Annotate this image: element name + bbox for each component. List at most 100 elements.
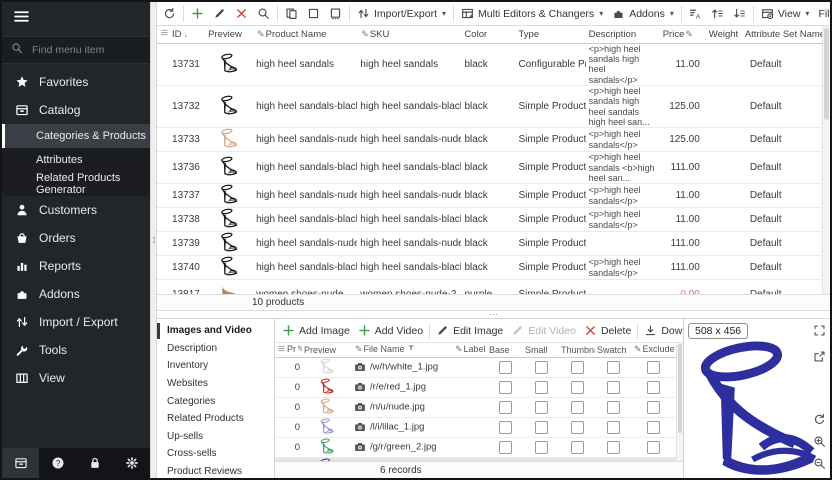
image-row[interactable]: 0/l/i/lilac_1.jpg bbox=[275, 417, 676, 437]
view-button[interactable]: View▾ bbox=[757, 3, 814, 24]
product-row[interactable]: 13736high heel sandals-black-36high heel… bbox=[157, 152, 822, 184]
base-checkbox[interactable] bbox=[499, 421, 512, 434]
addons-button[interactable]: Addons▾ bbox=[608, 3, 678, 24]
column-header-swatch[interactable]: Swatch bbox=[595, 343, 631, 357]
column-header-rowmark[interactable] bbox=[275, 343, 285, 357]
import-export-button[interactable]: Import/Export▾ bbox=[353, 3, 450, 24]
images-grid-scrollbar[interactable] bbox=[676, 343, 683, 461]
column-header-exclude[interactable]: ✎Exclude bbox=[631, 343, 676, 357]
download-image-button[interactable]: Download Image bbox=[640, 320, 683, 341]
select-button[interactable] bbox=[303, 3, 324, 24]
product-row[interactable]: 13738high heel sandals-black-37high heel… bbox=[157, 208, 822, 232]
rotate-icon[interactable] bbox=[813, 413, 826, 431]
settings-button[interactable] bbox=[113, 448, 150, 478]
menu-toggle-button[interactable] bbox=[2, 2, 150, 36]
sort-az-button[interactable]: A bbox=[685, 3, 706, 24]
swatch-checkbox[interactable] bbox=[607, 441, 620, 454]
tab-description[interactable]: Description bbox=[157, 340, 274, 358]
exclude-checkbox[interactable] bbox=[647, 361, 660, 374]
thumbnail-checkbox[interactable] bbox=[571, 361, 584, 374]
sidebar-item-attributes[interactable]: Attributes bbox=[2, 148, 150, 172]
product-row[interactable]: 13737high heel sandals-nude-36high heel … bbox=[157, 184, 822, 208]
swatch-checkbox[interactable] bbox=[607, 421, 620, 434]
small-checkbox[interactable] bbox=[535, 361, 548, 374]
sidebar-item-reports[interactable]: Reports bbox=[2, 252, 150, 280]
add-image-button[interactable]: Add Image bbox=[278, 320, 354, 341]
image-row[interactable]: 0/r/e/red_1.jpg bbox=[275, 377, 676, 397]
product-row[interactable]: 13733high heel sandals-nudehigh heel san… bbox=[157, 128, 822, 152]
tab-up-sells[interactable]: Up-sells bbox=[157, 428, 274, 446]
swatch-checkbox[interactable] bbox=[607, 361, 620, 374]
sidebar-item-categories-products[interactable]: Categories & Products bbox=[2, 124, 150, 148]
column-header-thumbna[interactable]: Thumbna bbox=[559, 343, 595, 357]
preview-search-button[interactable] bbox=[253, 3, 274, 24]
exclude-checkbox[interactable] bbox=[647, 401, 660, 414]
menu-search-input[interactable] bbox=[30, 43, 130, 57]
tab-images-and-video[interactable]: Images and Video bbox=[157, 322, 274, 340]
product-row[interactable]: 13817women shoes-nudewomen shoes-nude-2p… bbox=[157, 280, 822, 294]
tab-inventory[interactable]: Inventory bbox=[157, 357, 274, 375]
column-header-file-name[interactable]: ✎File Name bbox=[352, 343, 452, 357]
scrollbar-thumb[interactable] bbox=[824, 28, 829, 120]
thumbnail-checkbox[interactable] bbox=[571, 381, 584, 394]
column-header-attribute-set-name[interactable]: Attribute Set Name bbox=[742, 26, 822, 43]
column-header-preview[interactable]: Preview bbox=[205, 26, 253, 43]
sidebar-item-import-export[interactable]: Import / Export bbox=[2, 308, 150, 336]
product-row[interactable]: 13740high heel sandals-black-38high heel… bbox=[157, 256, 822, 280]
add-product-button[interactable] bbox=[187, 3, 208, 24]
exclude-checkbox[interactable] bbox=[647, 441, 660, 454]
column-header-color[interactable]: Color bbox=[461, 26, 515, 43]
column-header-product-name[interactable]: ✎Product Name bbox=[253, 26, 357, 43]
move-up-button[interactable] bbox=[707, 3, 728, 24]
multi-editors-button[interactable]: Multi Editors & Changers▾ bbox=[457, 3, 607, 24]
small-checkbox[interactable] bbox=[535, 441, 548, 454]
sidebar-item-related-products-generator[interactable]: Related Products Generator bbox=[2, 172, 150, 196]
sidebar-item-orders[interactable]: Orders bbox=[2, 224, 150, 252]
add-video-button[interactable]: Add Video bbox=[354, 320, 427, 341]
column-header-sku[interactable]: ✎SKU bbox=[357, 26, 461, 43]
base-checkbox[interactable] bbox=[499, 441, 512, 454]
image-row[interactable]: 0/n/u/nude.jpg bbox=[275, 397, 676, 417]
delete-product-button[interactable] bbox=[231, 3, 252, 24]
image-row[interactable]: 0/g/r/green_2.jpg bbox=[275, 437, 676, 457]
tab-categories[interactable]: Categories bbox=[157, 392, 274, 410]
exclude-checkbox[interactable] bbox=[647, 421, 660, 434]
delete-image-button[interactable]: Delete bbox=[580, 320, 635, 341]
small-checkbox[interactable] bbox=[535, 381, 548, 394]
column-header-description[interactable]: Description bbox=[586, 26, 660, 43]
sidebar-item-addons[interactable]: Addons bbox=[2, 280, 150, 308]
product-row[interactable]: 13732high heel sandals-blackhigh heel sa… bbox=[157, 85, 822, 127]
column-header-preview[interactable]: Preview bbox=[302, 343, 352, 357]
tab-cross-sells[interactable]: Cross-sells bbox=[157, 445, 274, 463]
base-checkbox[interactable] bbox=[499, 401, 512, 414]
catalog-button[interactable] bbox=[2, 448, 39, 478]
lock-button[interactable] bbox=[76, 448, 113, 478]
image-row[interactable]: 0/w/h/white_1.jpg bbox=[275, 357, 676, 377]
horizontal-splitter[interactable]: ⋯ bbox=[157, 311, 830, 318]
tree-panel-splitter[interactable]: ⁞⁞ bbox=[150, 2, 157, 478]
swatch-checkbox[interactable] bbox=[607, 401, 620, 414]
column-header-price[interactable]: Price✎ bbox=[660, 26, 706, 43]
thumbnail-checkbox[interactable] bbox=[571, 441, 584, 454]
edit-image-button[interactable]: Edit Image bbox=[432, 320, 507, 341]
copy-button[interactable] bbox=[281, 3, 302, 24]
base-checkbox[interactable] bbox=[499, 361, 512, 374]
column-header-weight[interactable]: Weight bbox=[706, 26, 742, 43]
zoom-in-icon[interactable] bbox=[813, 435, 826, 453]
tab-product-reviews[interactable]: Product Reviews bbox=[157, 463, 274, 480]
thumbnail-checkbox[interactable] bbox=[571, 401, 584, 414]
sidebar-item-favorites[interactable]: Favorites bbox=[2, 68, 150, 96]
paste-special-button[interactable] bbox=[325, 3, 346, 24]
column-header-type[interactable]: Type bbox=[516, 26, 586, 43]
thumbnail-checkbox[interactable] bbox=[571, 421, 584, 434]
sidebar-item-catalog[interactable]: Catalog bbox=[2, 96, 150, 124]
small-checkbox[interactable] bbox=[535, 401, 548, 414]
help-button[interactable]: ? bbox=[39, 448, 76, 478]
column-header-rowmark[interactable] bbox=[157, 26, 169, 43]
sidebar-item-view[interactable]: View bbox=[2, 364, 150, 392]
move-down-button[interactable] bbox=[729, 3, 750, 24]
products-grid-scrollbar[interactable] bbox=[822, 26, 830, 294]
small-checkbox[interactable] bbox=[535, 421, 548, 434]
product-row[interactable]: 13739high heel sandals-nude-37high heel … bbox=[157, 232, 822, 256]
refresh-button[interactable] bbox=[159, 3, 180, 24]
